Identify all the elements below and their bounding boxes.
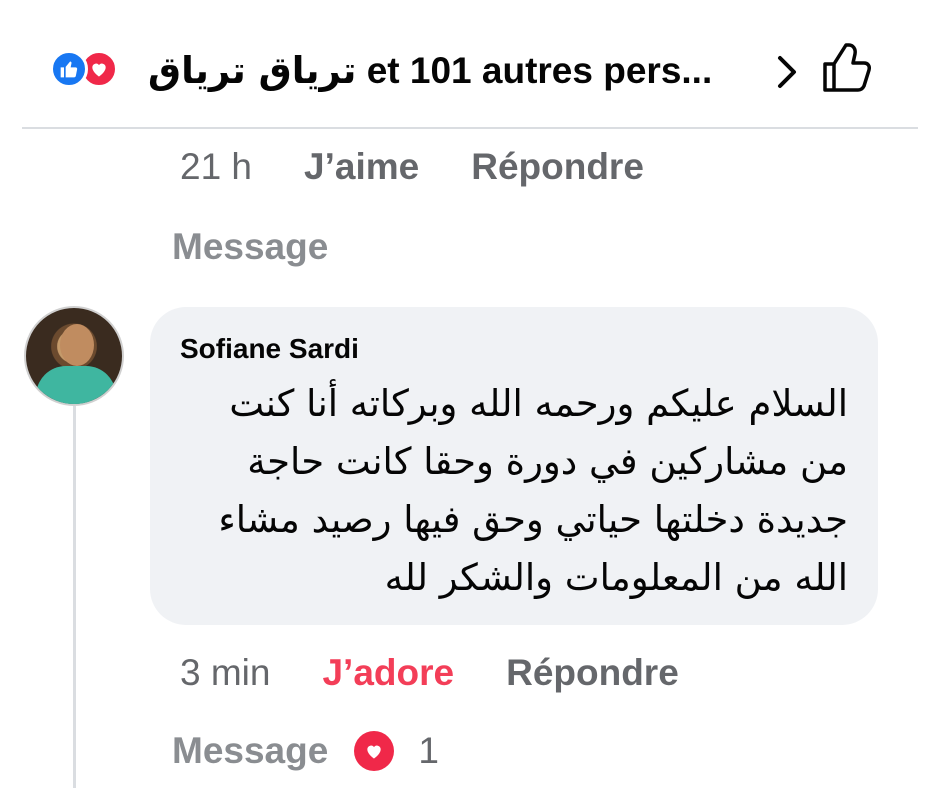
like-icon bbox=[50, 50, 88, 88]
reactors-names: تریاق تریاق bbox=[148, 49, 357, 92]
reaction-button[interactable]: J’adore bbox=[322, 652, 454, 694]
message-button[interactable]: Message bbox=[172, 222, 328, 272]
reply-button[interactable]: Répondre bbox=[506, 652, 679, 694]
chevron-right-icon[interactable] bbox=[772, 52, 800, 97]
reply-button[interactable]: Répondre bbox=[471, 146, 644, 188]
comment-actions: 3 min J’adore Répondre bbox=[180, 648, 679, 698]
header-divider bbox=[22, 127, 918, 129]
reactions-header: تریاق تریاق et 101 autres pers... bbox=[0, 0, 940, 128]
love-icon bbox=[354, 731, 395, 771]
like-button[interactable]: J’aime bbox=[304, 146, 419, 188]
comment-bubble: Sofiane Sardi السلام عليكم ورحمه الله وب… bbox=[150, 307, 878, 625]
reactors-others: et 101 autres pers... bbox=[366, 50, 713, 91]
comment-text: السلام عليكم ورحمه الله وبركاته أنا كنت … bbox=[218, 382, 848, 599]
message-row: Message 1 bbox=[172, 726, 439, 776]
comment-author[interactable]: Sofiane Sardi bbox=[180, 333, 359, 365]
reactors-summary[interactable]: تریاق تریاق et 101 autres pers... bbox=[148, 46, 748, 96]
thumbs-up-icon[interactable] bbox=[820, 42, 876, 99]
message-button[interactable]: Message bbox=[172, 730, 328, 772]
reaction-icons[interactable] bbox=[50, 50, 118, 92]
previous-comment-actions: 21 h J’aime Répondre bbox=[180, 142, 644, 192]
love-count: 1 bbox=[418, 730, 439, 771]
reaction-count[interactable]: 1 bbox=[354, 730, 439, 772]
comment-timestamp: 21 h bbox=[180, 146, 253, 187]
thread-line bbox=[73, 406, 76, 788]
avatar[interactable] bbox=[24, 306, 124, 406]
comment-timestamp: 3 min bbox=[180, 652, 271, 693]
